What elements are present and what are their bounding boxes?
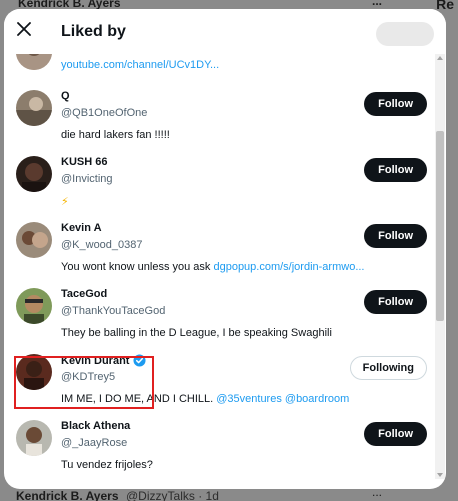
follow-button[interactable]: Follow [364,92,427,116]
avatar[interactable] [16,420,52,456]
user-bio-text: They be balling in the D League, I be sp… [61,327,332,339]
avatar[interactable] [16,156,52,192]
user-name[interactable]: Kevin Durant [61,354,147,367]
avatar[interactable] [16,54,52,70]
avatar[interactable] [16,90,52,126]
close-icon [17,22,31,41]
verified-badge-icon [133,354,147,367]
background-bottom-strip: Kendrick B. Ayers @DizzyTalks · 1d ... [0,489,458,501]
user-name[interactable]: Kevin A [61,222,102,234]
partial-follow-button[interactable] [376,22,434,46]
user-handle[interactable]: @K_wood_0387 [61,239,143,251]
user-bio-text: Tu vendez frijoles? [61,459,153,471]
user-bio-link[interactable]: @35ventures @boardroom [216,393,349,405]
list-item[interactable]: KUSH 66 @Invicting ⚡ Follow [4,156,446,222]
follow-button[interactable]: Follow [364,290,427,314]
user-handle[interactable]: @QB1OneOfOne [61,107,147,119]
user-bio: die hard lakers fan !!!!! [61,129,381,141]
list-item[interactable]: Black Athena @_JaayRose Tu vendez frijol… [4,420,446,486]
user-name[interactable]: KUSH 66 [61,156,107,168]
follow-button[interactable]: Follow [364,158,427,182]
user-name-text[interactable]: Kevin Durant [61,355,129,367]
user-bio-link[interactable]: youtube.com/channel/UCv1DY... [61,59,381,71]
background-top-menu-icon: ... [371,0,382,8]
user-handle[interactable]: @KDTrey5 [61,371,115,383]
modal-header: Liked by [4,9,446,54]
list-item[interactable]: Q @QB1OneOfOne die hard lakers fan !!!!!… [4,90,446,156]
background-bottom-menu-icon: ... [371,489,382,499]
list-item[interactable]: Kevin A @K_wood_0387 You wont know unles… [4,222,446,288]
scroll-up-icon[interactable] [437,56,443,60]
scrollbar[interactable] [435,54,445,479]
user-bio: They be balling in the D League, I be sp… [61,327,381,339]
follow-button[interactable]: Follow [364,422,427,446]
user-name-text[interactable]: Q [61,90,70,102]
avatar[interactable] [16,354,52,390]
avatar[interactable] [16,288,52,324]
list-item[interactable]: TaceGod @ThankYouTaceGod They be balling… [4,288,446,354]
background-bottom-name: Kendrick B. Ayers [16,489,119,501]
user-list[interactable]: youtube.com/channel/UCv1DY... Q @QB1OneO… [4,54,446,489]
user-name[interactable]: Q [61,90,70,102]
list-item[interactable]: Kevin Durant @KDTrey5 IM ME, I DO ME, AN… [4,354,446,420]
scroll-down-icon[interactable] [437,473,443,477]
list-item-partial[interactable]: youtube.com/channel/UCv1DY... [4,54,446,82]
user-handle[interactable]: @ThankYouTaceGod [61,305,165,317]
user-name[interactable]: Black Athena [61,420,130,432]
user-bio-text: IM ME, I DO ME, AND I CHILL. [61,393,217,405]
close-button[interactable] [7,15,41,49]
user-bio: Tu vendez frijoles? [61,459,381,471]
following-button[interactable]: Following [349,356,427,380]
background-bottom-meta: @DizzyTalks · 1d [126,489,219,501]
user-handle[interactable]: @Invicting [61,173,113,185]
user-name-text[interactable]: KUSH 66 [61,156,107,168]
user-name-text[interactable]: Black Athena [61,420,130,432]
user-bio-link[interactable]: dgpopup.com/s/jordin-armwo... [213,261,364,273]
user-name-text[interactable]: Kevin A [61,222,102,234]
user-bio: ⚡ [61,195,381,208]
lightning-icon: ⚡ [61,196,69,208]
scroll-thumb[interactable] [436,131,444,321]
avatar[interactable] [16,222,52,258]
user-bio: You wont know unless you ask dgpopup.com… [61,261,381,273]
follow-button[interactable]: Follow [364,224,427,248]
modal-title: Liked by [61,22,126,40]
user-bio: IM ME, I DO ME, AND I CHILL. @35ventures… [61,393,381,405]
user-bio-text: You wont know unless you ask [61,261,214,273]
user-bio-text: die hard lakers fan !!!!! [61,129,170,141]
liked-by-modal: Liked by youtube.com/channel/UCv1DY... Q… [4,9,446,489]
user-name[interactable]: TaceGod [61,288,107,300]
user-name-text[interactable]: TaceGod [61,288,107,300]
user-handle[interactable]: @_JaayRose [61,437,127,449]
